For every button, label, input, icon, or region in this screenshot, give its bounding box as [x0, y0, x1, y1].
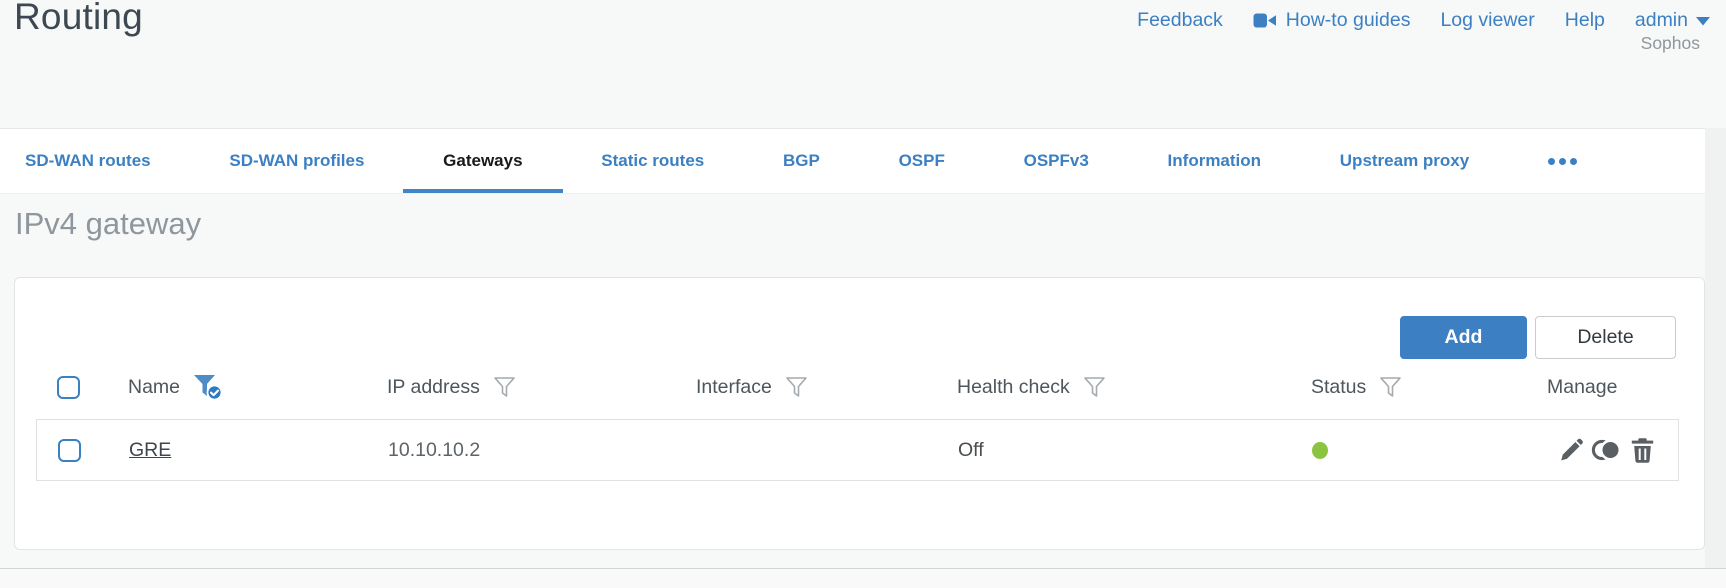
- howto-guides-label: How-to guides: [1285, 9, 1411, 31]
- row-checkbox[interactable]: [58, 438, 81, 462]
- tab-static-routes[interactable]: Static routes: [601, 129, 704, 193]
- name-filter-active-icon[interactable]: [193, 374, 224, 401]
- tab-gateways[interactable]: Gateways: [402, 129, 564, 193]
- help-link[interactable]: Help: [1565, 9, 1605, 32]
- add-button[interactable]: Add: [1400, 316, 1527, 359]
- tab-bgp[interactable]: BGP: [783, 129, 820, 193]
- edit-icon[interactable]: [1557, 437, 1584, 464]
- howto-guides-link[interactable]: How-to guides: [1253, 9, 1411, 32]
- caret-down-icon: [1696, 9, 1710, 32]
- column-header-status: Status: [1311, 375, 1367, 398]
- gateway-name-link[interactable]: GRE: [129, 439, 171, 462]
- gateway-health-check: Off: [958, 438, 984, 461]
- gateway-panel: Add Delete Name IP address Interface Hea…: [14, 277, 1705, 550]
- toolbar: Add Delete: [1400, 316, 1676, 359]
- table-row: GRE 10.10.10.2 Off: [37, 420, 1678, 480]
- tab-sdwan-profiles[interactable]: SD-WAN profiles: [229, 129, 364, 193]
- select-all-checkbox[interactable]: [57, 375, 80, 399]
- column-header-manage: Manage: [1547, 375, 1618, 398]
- section-title: IPv4 gateway: [15, 206, 202, 241]
- ip-filter-icon[interactable]: [493, 376, 516, 399]
- interface-filter-icon[interactable]: [785, 376, 808, 399]
- page-title: Routing: [14, 0, 143, 37]
- delete-icon[interactable]: [1630, 437, 1655, 464]
- header-links: Feedback How-to guides Log viewer Help a…: [1137, 9, 1710, 32]
- user-name: admin: [1634, 9, 1688, 31]
- feedback-link[interactable]: Feedback: [1137, 9, 1223, 32]
- tab-ospf[interactable]: OSPF: [899, 129, 945, 193]
- gateway-ip: 10.10.10.2: [388, 438, 481, 461]
- bottom-bar: [0, 568, 1726, 588]
- brand-label: Sophos: [1640, 33, 1700, 53]
- tab-bar: SD-WAN routes SD-WAN profiles Gateways S…: [0, 128, 1705, 194]
- status-filter-icon[interactable]: [1379, 376, 1402, 399]
- column-header-name: Name: [128, 375, 181, 398]
- column-header-health-check: Health check: [957, 375, 1070, 398]
- table-body: GRE 10.10.10.2 Off: [36, 419, 1679, 481]
- user-menu[interactable]: admin: [1635, 9, 1710, 32]
- clone-icon[interactable]: [1591, 437, 1623, 463]
- more-tabs-button[interactable]: [1547, 129, 1577, 193]
- tab-sdwan-routes[interactable]: SD-WAN routes: [25, 129, 151, 193]
- status-dot-green: [1312, 441, 1328, 459]
- tab-upstream-proxy[interactable]: Upstream proxy: [1340, 129, 1469, 193]
- tab-information[interactable]: Information: [1168, 129, 1262, 193]
- ellipsis-icon: [1547, 157, 1555, 165]
- log-viewer-link[interactable]: Log viewer: [1440, 9, 1534, 32]
- column-header-interface: Interface: [696, 375, 772, 398]
- manage-actions: [1531, 437, 1678, 464]
- delete-button[interactable]: Delete: [1535, 316, 1676, 359]
- right-gutter: [1705, 128, 1726, 569]
- gateway-table: Name IP address Interface Health check S…: [36, 364, 1679, 481]
- table-header-row: Name IP address Interface Health check S…: [36, 364, 1679, 410]
- tab-ospfv3[interactable]: OSPFv3: [1024, 129, 1089, 193]
- video-camera-icon: [1253, 12, 1277, 29]
- health-check-filter-icon[interactable]: [1083, 376, 1106, 399]
- column-header-ip: IP address: [387, 375, 480, 398]
